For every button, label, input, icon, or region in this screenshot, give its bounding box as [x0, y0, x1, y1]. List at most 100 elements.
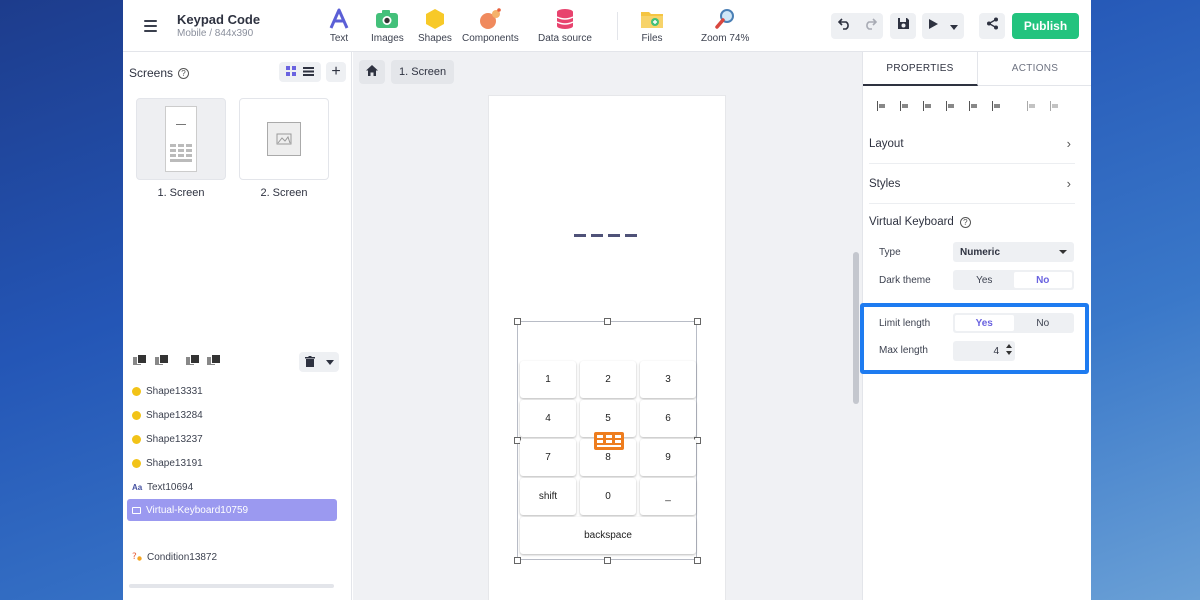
- limit-length-no-option[interactable]: No: [1014, 315, 1073, 331]
- chevron-down-icon: [325, 357, 334, 367]
- key-2[interactable]: 2: [580, 361, 636, 398]
- grid-view-icon[interactable]: [285, 63, 296, 81]
- preview-button[interactable]: [922, 13, 964, 39]
- layer-item[interactable]: Shape13331: [127, 380, 337, 402]
- menu-icon[interactable]: [137, 13, 163, 39]
- resize-handle[interactable]: [514, 557, 521, 564]
- help-icon[interactable]: ?: [959, 216, 971, 228]
- align-center-icon[interactable]: [900, 101, 910, 111]
- shapes-tool[interactable]: Shapes: [418, 8, 452, 44]
- components-icon: [478, 8, 502, 30]
- limit-length-yes-option[interactable]: Yes: [955, 315, 1014, 331]
- zoom-tool[interactable]: Zoom 74%: [701, 8, 749, 44]
- panel-tabs: PROPERTIES ACTIONS: [863, 52, 1091, 86]
- distribute-horizontal-icon[interactable]: [1027, 101, 1037, 111]
- images-tool-label: Images: [371, 33, 404, 44]
- delete-layer-button[interactable]: [299, 352, 339, 372]
- help-icon[interactable]: ?: [178, 67, 190, 79]
- resize-handle[interactable]: [604, 557, 611, 564]
- align-left-icon[interactable]: [877, 101, 887, 111]
- virtual-keyboard[interactable]: 1 2 3 4 5 6 7 8 9 shift 0 _ backspace: [520, 361, 696, 557]
- canvas-scrollbar[interactable]: [853, 252, 859, 404]
- increment-icon[interactable]: [1006, 344, 1012, 348]
- layer-item[interactable]: Aa Text10694: [127, 476, 337, 498]
- text-tool[interactable]: Text: [329, 8, 349, 44]
- key-4[interactable]: 4: [520, 400, 576, 437]
- key-9[interactable]: 9: [640, 439, 696, 476]
- trash-icon: [304, 355, 315, 369]
- left-panel: Screens ? + 1. Screen 2. Screen Shape133…: [123, 52, 352, 600]
- type-select[interactable]: Numeric: [953, 242, 1074, 262]
- list-view-icon[interactable]: [303, 63, 315, 81]
- top-bar: Keypad Code Mobile / 844x390 Text Images…: [123, 0, 1091, 52]
- layer-item[interactable]: Shape13284: [127, 404, 337, 426]
- bring-forward-icon[interactable]: [133, 354, 147, 366]
- layer-label: Shape13237: [146, 433, 203, 445]
- save-button[interactable]: [890, 13, 916, 39]
- home-button[interactable]: [359, 60, 385, 84]
- files-tool[interactable]: Files: [640, 8, 664, 44]
- layer-item[interactable]: Shape13191: [127, 452, 337, 474]
- play-icon: [928, 17, 939, 35]
- images-tool[interactable]: Images: [371, 8, 404, 44]
- share-button[interactable]: [979, 13, 1005, 39]
- plus-icon: +: [331, 63, 341, 80]
- layer-item[interactable]: ? Condition13872: [127, 546, 337, 568]
- data-source-tool[interactable]: Data source: [538, 8, 592, 44]
- undo-icon[interactable]: [837, 17, 851, 35]
- text-icon: [329, 8, 349, 30]
- redo-icon[interactable]: [864, 17, 877, 35]
- send-backward-icon[interactable]: [186, 354, 200, 366]
- layer-item-selected[interactable]: Virtual-Keyboard10759: [127, 499, 337, 521]
- view-toggle: [279, 62, 321, 82]
- styles-section[interactable]: Styles ›: [869, 164, 1075, 204]
- align-bottom-icon[interactable]: [992, 101, 1002, 111]
- resize-handle[interactable]: [514, 318, 521, 325]
- key-backspace[interactable]: backspace: [520, 517, 696, 554]
- key-6[interactable]: 6: [640, 400, 696, 437]
- layout-section[interactable]: Layout ›: [869, 124, 1075, 164]
- resize-handle[interactable]: [604, 318, 611, 325]
- align-right-icon[interactable]: [923, 101, 933, 111]
- save-icon: [897, 17, 910, 35]
- key-0[interactable]: 0: [580, 478, 636, 515]
- shapes-tool-label: Shapes: [418, 33, 452, 44]
- key-7[interactable]: 7: [520, 439, 576, 476]
- design-canvas[interactable]: 1. Screen 1 2 3 4 5 6 7 8 9 shift 0 _ ba…: [353, 52, 862, 600]
- tab-properties[interactable]: PROPERTIES: [863, 52, 978, 86]
- layer-item[interactable]: Shape13237: [127, 428, 337, 450]
- bring-to-front-icon[interactable]: [155, 354, 169, 366]
- share-icon: [986, 17, 999, 35]
- dark-theme-no-option[interactable]: No: [1013, 272, 1072, 288]
- max-length-stepper[interactable]: 4: [953, 341, 1015, 361]
- add-screen-button[interactable]: +: [326, 62, 346, 82]
- align-top-icon[interactable]: [946, 101, 956, 111]
- decrement-icon[interactable]: [1006, 351, 1012, 355]
- shape-icon: [132, 386, 141, 396]
- distribute-vertical-icon[interactable]: [1050, 101, 1060, 111]
- screens-title: Screens: [129, 66, 174, 80]
- camera-icon: [375, 8, 399, 30]
- components-tool[interactable]: Components: [462, 8, 519, 44]
- layer-label: Text10694: [147, 481, 194, 493]
- key-1[interactable]: 1: [520, 361, 576, 398]
- dark-theme-toggle: Yes No: [953, 270, 1074, 290]
- align-middle-icon[interactable]: [969, 101, 979, 111]
- components-tool-label: Components: [462, 33, 519, 44]
- key-underscore[interactable]: _: [640, 478, 696, 515]
- send-to-back-icon[interactable]: [207, 354, 221, 366]
- resize-handle[interactable]: [694, 318, 701, 325]
- dark-theme-yes-option[interactable]: Yes: [955, 272, 1014, 288]
- app-window: Keypad Code Mobile / 844x390 Text Images…: [123, 0, 1091, 600]
- undo-redo-group: [831, 13, 883, 39]
- stepper-arrows[interactable]: [1006, 344, 1012, 355]
- resize-handle[interactable]: [694, 557, 701, 564]
- key-shift[interactable]: shift: [520, 478, 576, 515]
- screen-thumbnail-2[interactable]: [239, 98, 329, 180]
- publish-button[interactable]: Publish: [1012, 13, 1079, 39]
- breadcrumb[interactable]: 1. Screen: [391, 60, 455, 84]
- tab-actions[interactable]: ACTIONS: [978, 52, 1091, 86]
- key-3[interactable]: 3: [640, 361, 696, 398]
- layer-label: Shape13191: [146, 457, 203, 469]
- screen-thumbnail-1[interactable]: [136, 98, 226, 180]
